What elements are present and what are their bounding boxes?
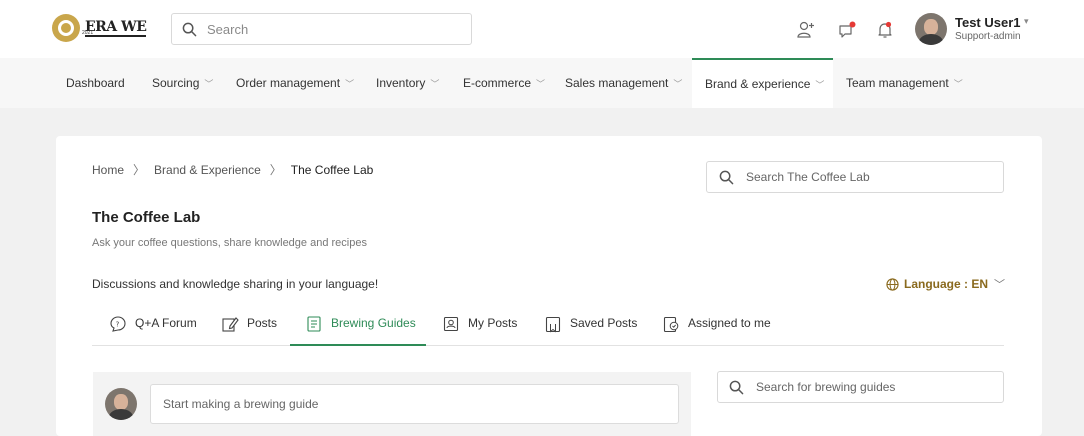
nav-item-inventory[interactable]: Inventory ﹀: [376, 58, 439, 108]
nav-item-label: Order management: [236, 76, 341, 90]
nav-item-brand-experience[interactable]: Brand & experience ﹀: [692, 58, 833, 108]
chevron-right-icon: 〉: [269, 163, 282, 177]
nav-item-label: Brand & experience: [705, 77, 811, 91]
user-name[interactable]: Test User1: [955, 15, 1021, 30]
brewing-guides-search-input[interactable]: Search for brewing guides: [717, 371, 1004, 403]
search-icon: [719, 170, 734, 184]
user-menu-caret-icon[interactable]: ▾: [1024, 16, 1029, 27]
logo[interactable]: ERA WE: [52, 10, 147, 46]
tab-label: Posts: [247, 316, 278, 330]
tab-qa-forum[interactable]: ? Q+A Forum: [109, 316, 197, 346]
brewing-guide-composer-input[interactable]: Start making a brewing guide: [150, 384, 679, 424]
composer-placeholder: Start making a brewing guide: [163, 397, 319, 411]
tab-saved-posts[interactable]: Saved Posts: [544, 316, 637, 346]
breadcrumb-home[interactable]: Home: [92, 163, 124, 177]
nav-item-sales-management[interactable]: Sales management ﹀: [565, 58, 682, 108]
nav-item-sourcing[interactable]: Sourcing ﹀: [152, 58, 213, 108]
search-icon: [182, 22, 197, 36]
chat-icon[interactable]: [837, 20, 857, 40]
guide-icon: [307, 316, 321, 332]
tab-assigned-to-me[interactable]: Assigned to me: [662, 316, 771, 346]
brewing-guides-search-placeholder: Search for brewing guides: [756, 380, 896, 394]
chevron-down-icon: ﹀: [430, 78, 440, 89]
composer-avatar: [105, 388, 137, 420]
nav-item-team-management[interactable]: Team management ﹀: [846, 58, 963, 108]
nav-item-dashboard[interactable]: Dashboard: [66, 58, 125, 108]
global-search-placeholder: Search: [207, 21, 249, 37]
main-nav: Dashboard Sourcing ﹀ Order management ﹀ …: [0, 58, 1084, 108]
nav-item-label: Inventory: [376, 76, 426, 90]
tab-label: Brewing Guides: [331, 316, 416, 330]
nav-item-label: Dashboard: [66, 76, 125, 90]
bell-icon[interactable]: [875, 20, 895, 40]
tab-label: Q+A Forum: [135, 316, 197, 330]
tab-my-posts[interactable]: My Posts: [442, 316, 517, 346]
chevron-down-icon: ﹀: [536, 78, 546, 89]
assigned-icon: [663, 316, 679, 333]
page-title: The Coffee Lab: [92, 209, 201, 226]
coffee-lab-search-input[interactable]: Search The Coffee Lab: [706, 161, 1004, 193]
nav-item-label: Sourcing: [152, 76, 200, 90]
logo-year: 2021: [82, 30, 94, 36]
globe-icon: [886, 277, 899, 291]
forum-icon: ?: [110, 316, 126, 332]
chevron-down-icon: ﹀: [345, 78, 355, 89]
edit-post-icon: [222, 317, 239, 332]
breadcrumb-current: The Coffee Lab: [290, 162, 374, 177]
language-note: Discussions and knowledge sharing in you…: [92, 277, 379, 291]
language-label: Language : EN: [904, 277, 989, 291]
tab-label: Saved Posts: [570, 316, 638, 330]
bookmark-icon: [545, 316, 561, 333]
chevron-down-icon: ﹀: [815, 79, 825, 90]
tab-label: My Posts: [468, 316, 518, 330]
search-icon: [729, 380, 744, 394]
chevron-down-icon: ﹀: [994, 279, 1006, 291]
user-avatar[interactable]: [915, 13, 947, 45]
nav-item-order-management[interactable]: Order management ﹀: [236, 58, 354, 108]
nav-item-label: E-commerce: [463, 76, 532, 90]
tab-brewing-guides[interactable]: Brewing Guides: [290, 316, 426, 346]
language-selector[interactable]: Language : EN ﹀: [886, 276, 1005, 292]
nav-item-label: Sales management: [565, 76, 669, 90]
tab-label: Assigned to me: [688, 316, 771, 330]
logo-badge-icon: [52, 14, 80, 42]
breadcrumb-brand-experience[interactable]: Brand & Experience: [154, 163, 261, 177]
chevron-right-icon: 〉: [133, 163, 146, 177]
nav-item-label: Team management: [846, 76, 949, 90]
page-subtitle: Ask your coffee questions, share knowled…: [92, 237, 367, 249]
svg-text:?: ?: [116, 321, 120, 329]
top-header: ERA WE 2021 Search Test User1 Support-ad: [0, 0, 1084, 58]
nav-item-e-commerce[interactable]: E-commerce ﹀: [463, 58, 545, 108]
tab-posts[interactable]: Posts: [221, 316, 277, 346]
logo-text: ERA WE: [85, 19, 147, 37]
add-user-icon[interactable]: [796, 20, 816, 40]
my-posts-icon: [443, 316, 459, 332]
chevron-down-icon: ﹀: [953, 78, 963, 89]
user-role: Support-admin: [955, 31, 1021, 42]
chevron-down-icon: ﹀: [204, 78, 214, 89]
global-search-input[interactable]: Search: [171, 13, 472, 45]
coffee-lab-search-placeholder: Search The Coffee Lab: [746, 170, 870, 184]
chevron-down-icon: ﹀: [673, 78, 683, 89]
breadcrumb: Home 〉 Brand & Experience 〉 The Coffee L…: [92, 161, 373, 178]
